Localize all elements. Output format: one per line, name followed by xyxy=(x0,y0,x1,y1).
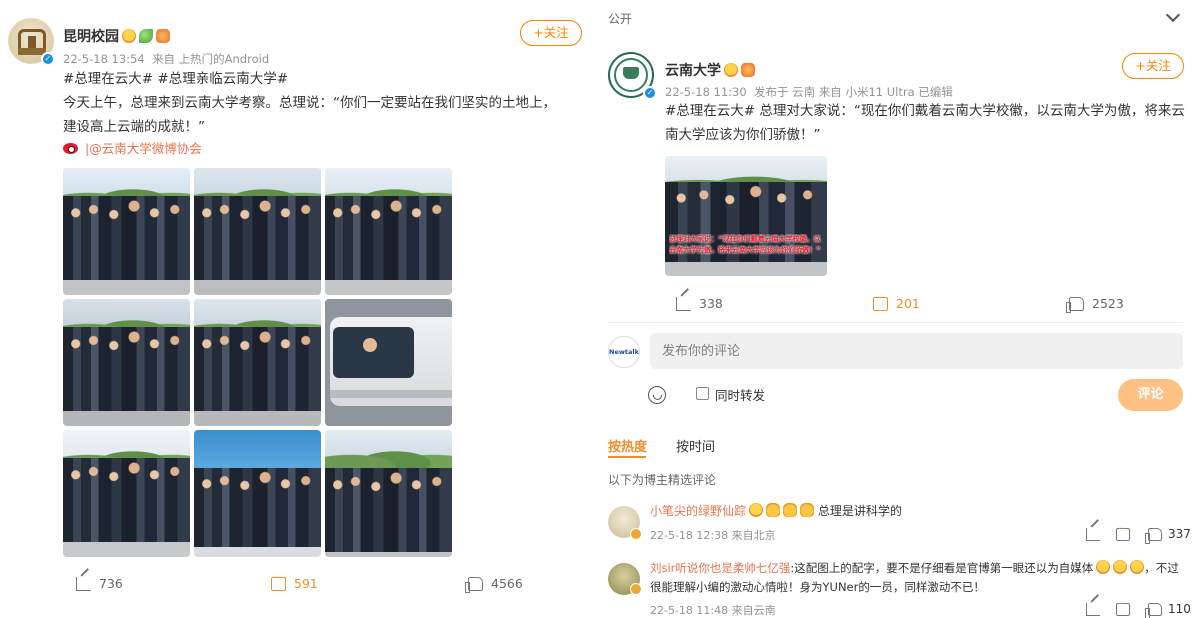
comment-count: 591 xyxy=(294,576,318,591)
like-button[interactable]: 2523 xyxy=(1066,296,1124,313)
repost-icon xyxy=(76,576,91,591)
author-name[interactable]: 昆明校园 xyxy=(63,26,170,46)
submit-comment-button[interactable]: 评论 xyxy=(1118,379,1183,411)
post-topics[interactable]: #总理在云大# #总理亲临云南大学# xyxy=(63,67,563,91)
current-user-avatar: Newtalk xyxy=(608,336,640,368)
comment-like-count: 337 xyxy=(1168,527,1191,541)
post-via: 来自 上热门的Android xyxy=(152,52,270,66)
also-repost-label: 同时转发 xyxy=(715,388,766,403)
comment-text: 总理是讲科学的 xyxy=(817,504,902,518)
post-time[interactable]: 22-5-18 13:54 xyxy=(63,52,145,66)
thumbs-up-emoji-icon xyxy=(766,503,781,517)
verified-icon: ✓ xyxy=(643,86,657,100)
comment-meta: 22-5-18 12:38 来自北京 xyxy=(650,529,776,542)
post-via: 发布于 云南 来自 小米11 Ultra 已编辑 xyxy=(754,85,953,99)
comment-meta: 22-5-18 11:48 来自云南 xyxy=(650,604,776,617)
photo-9[interactable] xyxy=(325,430,452,557)
photo-2[interactable] xyxy=(194,168,321,295)
like-count: 4566 xyxy=(491,576,523,591)
leaf-badge-icon xyxy=(139,29,153,43)
comment-button[interactable]: 591 xyxy=(271,573,318,591)
thumbs-up-emoji-icon xyxy=(783,503,798,517)
sun-badge-icon xyxy=(749,503,764,517)
chevron-down-icon[interactable] xyxy=(1165,7,1181,23)
medal-badge-icon xyxy=(741,63,755,77)
photo-6[interactable] xyxy=(325,299,452,426)
sun-badge-icon xyxy=(724,63,738,77)
follow-button[interactable]: +关注 xyxy=(1122,53,1184,79)
tab-sort-hot[interactable]: 按热度 xyxy=(608,436,647,455)
comment-2: 刘sir听说你也是柔帅七亿强:这配图上的配字，要不是仔细看是官博第一眼还以为自媒… xyxy=(650,559,1185,597)
photo-3[interactable] xyxy=(325,168,452,295)
verified-icon: ✓ xyxy=(41,52,55,66)
commenter-name[interactable]: 小笔尖的绿野仙踪 xyxy=(650,504,746,518)
like-icon xyxy=(1066,296,1084,313)
comment-like-count: 110 xyxy=(1168,602,1191,616)
post-meta: 22-5-18 13:54 来自 上热门的Android xyxy=(63,51,269,67)
post-body: 今天上午，总理来到云南大学考察。总理说：“你们一定要站在我们坚实的土地上，建设高… xyxy=(63,95,556,135)
photo-7[interactable] xyxy=(63,430,190,557)
post-time[interactable]: 22-5-18 11:30 xyxy=(665,85,747,99)
comment-1: 小笔尖的绿野仙踪 总理是讲科学的 xyxy=(650,501,1170,521)
photo-1[interactable] xyxy=(63,168,190,295)
photo-8[interactable] xyxy=(194,430,321,557)
medal-badge-icon xyxy=(156,29,170,43)
active-tab-underline xyxy=(608,456,646,458)
repost-button[interactable]: 338 xyxy=(676,296,723,311)
comment-reply-icon[interactable] xyxy=(1116,599,1130,616)
visibility-label: 公开 xyxy=(608,12,633,26)
follow-button[interactable]: +关注 xyxy=(520,20,582,46)
commenter-name[interactable]: 刘sir听说你也是柔帅七亿强 xyxy=(650,561,790,575)
gate-logo-icon xyxy=(18,29,46,50)
comment-icon xyxy=(873,293,888,311)
like-button[interactable]: 4566 xyxy=(465,576,523,593)
comment-like-icon[interactable] xyxy=(1145,528,1162,544)
like-count: 2523 xyxy=(1092,296,1124,311)
comment-reply-icon[interactable] xyxy=(1116,524,1130,541)
tab-sort-time[interactable]: 按时间 xyxy=(676,436,715,455)
repost-icon xyxy=(676,296,691,311)
right-post: 公开 ✓ 云南大学 22-5-18 11:30 发布于 云南 来自 小米11 U… xyxy=(590,0,1200,618)
also-repost-checkbox[interactable] xyxy=(696,387,709,400)
repost-count: 736 xyxy=(99,576,123,591)
laugh-cry-emoji-icon xyxy=(1130,560,1145,574)
sun-badge-icon xyxy=(122,29,136,43)
weibo-logo-icon xyxy=(63,141,81,155)
laugh-cry-emoji-icon xyxy=(1113,560,1128,574)
post-image[interactable]: 总理对大家说：“现在你们戴着云南大学校徽，以云南大学为傲，将来云南大学应该为你们… xyxy=(665,156,827,276)
comment-count: 201 xyxy=(896,296,920,311)
left-post: ✓ 昆明校园 22-5-18 13:54 来自 上热门的Android +关注 … xyxy=(0,0,582,618)
comment-share-icon[interactable] xyxy=(1086,603,1100,616)
post-meta: 22-5-18 11:30 发布于 云南 来自 小米11 Ultra 已编辑 xyxy=(665,84,953,100)
post-text: #总理在云大# #总理亲临云南大学# 今天上午，总理来到云南大学考察。总理说：“… xyxy=(63,67,563,139)
laugh-cry-emoji-icon xyxy=(1096,560,1111,574)
comment-icon xyxy=(271,573,286,591)
comment-like-icon[interactable] xyxy=(1145,603,1162,618)
comment-button[interactable]: 201 xyxy=(873,293,920,311)
member-badge-icon xyxy=(630,528,642,540)
comment-text: :这配图上的配字，要不是仔细看是官博第一眼还以为自媒体 xyxy=(790,561,1094,575)
post-text: #总理在云大# 总理对大家说：“现在你们戴着云南大学校徽，以云南大学为傲，将来云… xyxy=(665,103,1185,143)
thumbs-up-emoji-icon xyxy=(800,503,815,517)
member-badge-icon xyxy=(630,583,642,595)
like-icon xyxy=(465,576,483,593)
repost-count: 338 xyxy=(699,296,723,311)
image-caption: 总理对大家说：“现在你们戴着云南大学校徽，以云南大学为傲，将来云南大学应该为你们… xyxy=(669,235,821,254)
comment-share-icon[interactable] xyxy=(1086,528,1100,541)
author-name[interactable]: 云南大学 xyxy=(665,60,755,80)
comments-note: 以下为博主精选评论 xyxy=(608,473,717,487)
repost-button[interactable]: 736 xyxy=(76,576,123,591)
photo-4[interactable] xyxy=(63,299,190,426)
photo-grid xyxy=(63,168,453,557)
divider xyxy=(608,322,1183,323)
emoji-picker-icon[interactable] xyxy=(648,386,666,404)
comment-input[interactable] xyxy=(650,333,1183,369)
source-link[interactable]: |@云南大学微博协会 xyxy=(63,138,202,157)
photo-5[interactable] xyxy=(194,299,321,426)
